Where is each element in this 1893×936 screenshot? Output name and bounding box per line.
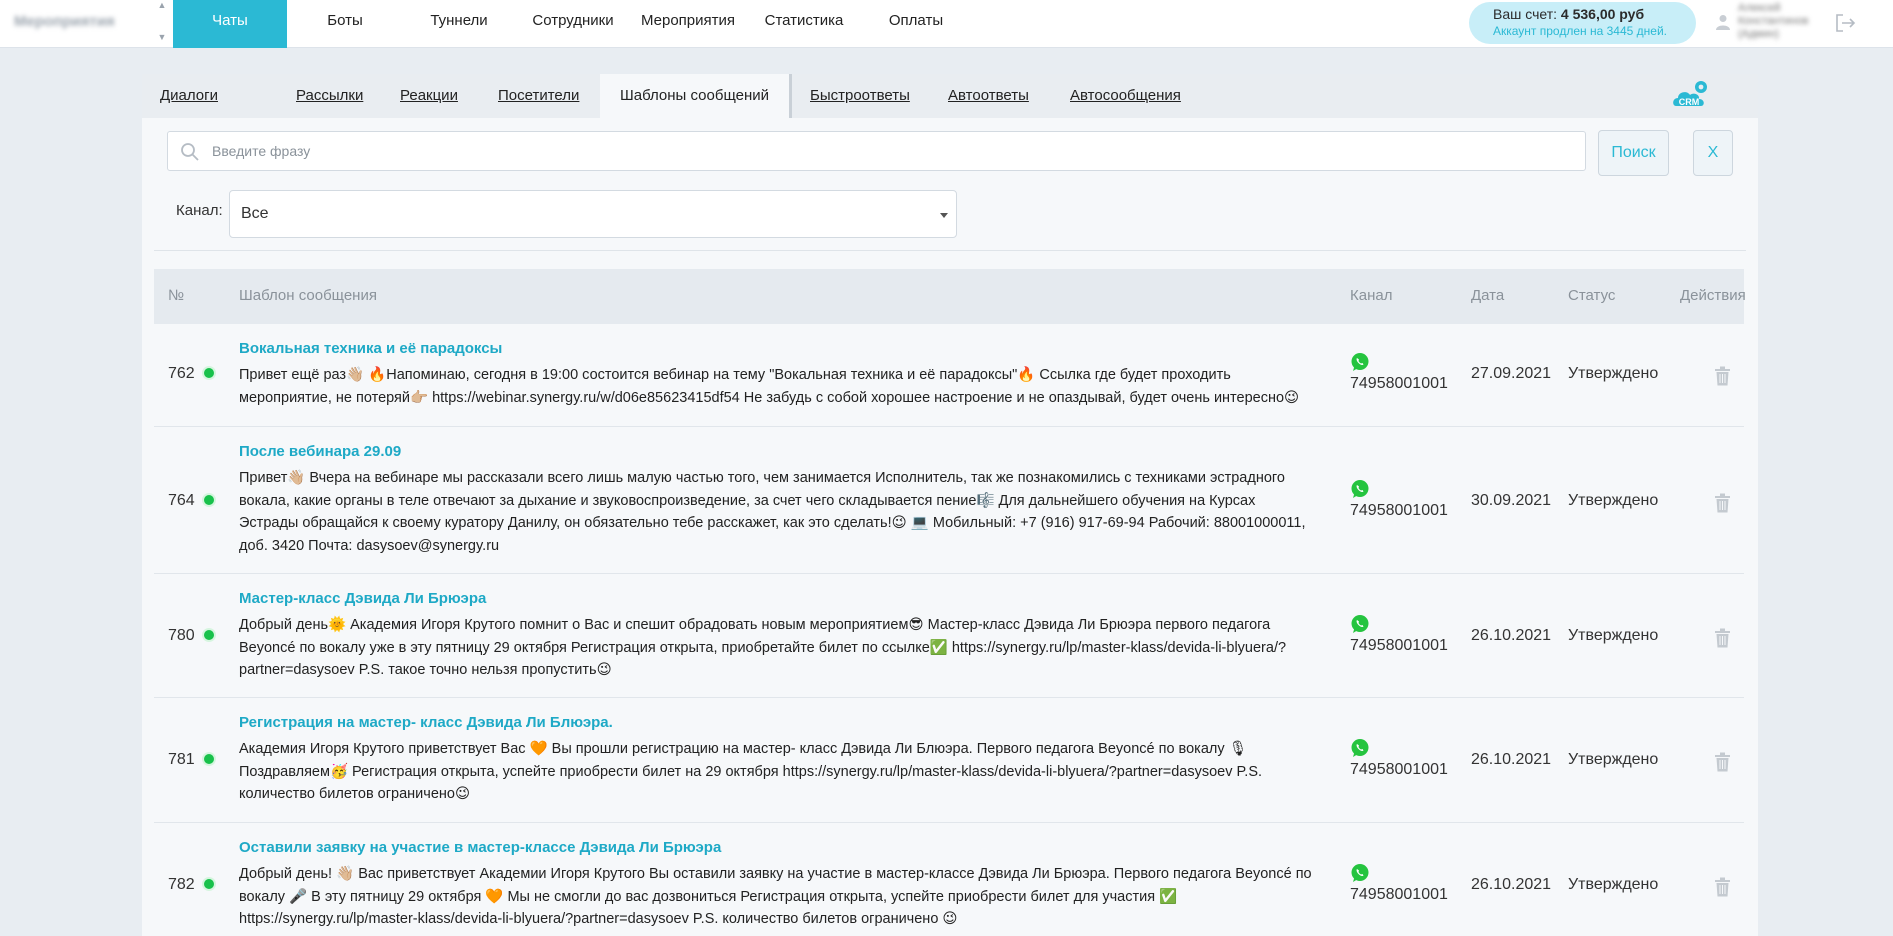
subtab-dialogs[interactable]: Диалоги xyxy=(160,74,218,118)
row-number: 762 xyxy=(168,365,195,382)
column-header-actions: Действия xyxy=(1680,287,1746,304)
template-status: Утверждено xyxy=(1568,876,1659,893)
nav-tab-chats[interactable]: Чаты xyxy=(173,0,287,48)
template-date: 26.10.2021 xyxy=(1471,751,1552,768)
chevron-down-icon[interactable]: ▼ xyxy=(156,33,168,42)
table-row[interactable]: 781 Регистрация на мастер- класс Дэвида … xyxy=(154,698,1744,823)
user-icon[interactable] xyxy=(1714,13,1732,31)
status-dot-icon xyxy=(202,752,216,766)
search-icon xyxy=(181,143,199,161)
templates-panel: Диалоги Рассылки Реакции Посетители Шабл… xyxy=(142,74,1758,936)
nav-tab-tunnels[interactable]: Туннели xyxy=(420,0,498,48)
template-status: Утверждено xyxy=(1568,627,1659,644)
top-nav-bar: Мероприятия ▲ ▼ Чаты Боты Туннели Сотруд… xyxy=(0,0,1893,48)
status-dot-icon xyxy=(202,877,216,891)
sub-tabs: Диалоги Рассылки Реакции Посетители Шабл… xyxy=(142,74,1758,118)
template-status: Утверждено xyxy=(1568,365,1659,382)
subtab-mailings[interactable]: Рассылки xyxy=(296,74,363,118)
template-text: Добрый день🌞 Академия Игоря Крутого помн… xyxy=(239,617,1287,678)
row-number: 780 xyxy=(168,627,195,644)
clear-search-button[interactable]: X xyxy=(1693,130,1733,176)
row-number: 781 xyxy=(168,751,195,768)
balance-note: Аккаунт продлен на 3445 дней. xyxy=(1493,24,1667,38)
balance-amount: 4 536,00 руб xyxy=(1560,6,1645,22)
row-number: 782 xyxy=(168,876,195,893)
search-input[interactable] xyxy=(212,132,1572,170)
search-button[interactable]: Поиск xyxy=(1598,130,1669,176)
channel-filter-label: Канал: xyxy=(176,202,223,219)
template-text: Привет ещё раз👋🏼 🔥Напоминаю, сегодня в 1… xyxy=(239,367,1300,406)
column-header-status: Статус xyxy=(1568,287,1616,304)
subtab-visitors[interactable]: Посетители xyxy=(498,74,579,118)
template-date: 26.10.2021 xyxy=(1471,876,1552,893)
template-title[interactable]: После вебинара 29.09 xyxy=(239,443,401,460)
table-row[interactable]: 780 Мастер-класс Дэвида Ли Брюэра Добрый… xyxy=(154,574,1744,698)
subtab-auto-messages[interactable]: Автосообщения xyxy=(1070,74,1181,118)
template-date: 30.09.2021 xyxy=(1471,492,1552,509)
template-text: Академия Игоря Крутого приветствует Вас … xyxy=(239,741,1263,802)
subtab-reactions[interactable]: Реакции xyxy=(400,74,458,118)
balance-label: Ваш счет: xyxy=(1493,6,1558,22)
user-name[interactable]: Алексей Константинов (Админ) xyxy=(1738,2,1828,41)
channel-phone: 74958001001 xyxy=(1350,637,1448,654)
whatsapp-icon xyxy=(1351,353,1369,371)
trash-icon[interactable] xyxy=(1714,366,1731,386)
status-dot-icon xyxy=(202,366,216,380)
divider xyxy=(154,250,1746,251)
balance-badge[interactable]: Ваш счет: 4 536,00 руб Аккаунт продлен н… xyxy=(1469,2,1696,44)
nav-tab-bots[interactable]: Боты xyxy=(305,0,385,48)
table-header: № Шаблон сообщения Канал Дата Статус Дей… xyxy=(154,269,1746,324)
template-date: 26.10.2021 xyxy=(1471,627,1552,644)
dropdown-caret-icon xyxy=(940,213,948,218)
row-number: 764 xyxy=(168,492,195,509)
table-row[interactable]: 764 После вебинара 29.09 Привет👋🏼 Вчера … xyxy=(154,427,1744,574)
trash-icon[interactable] xyxy=(1714,877,1731,897)
column-header-date: Дата xyxy=(1471,287,1505,304)
template-title[interactable]: Вокальная техника и её парадоксы xyxy=(239,340,502,357)
template-status: Утверждено xyxy=(1568,751,1659,768)
channel-phone: 74958001001 xyxy=(1350,761,1448,778)
project-switcher[interactable]: ▲ ▼ xyxy=(156,0,168,46)
whatsapp-icon xyxy=(1351,864,1369,882)
column-header-template: Шаблон сообщения xyxy=(239,287,377,304)
nav-tab-statistics[interactable]: Статистика xyxy=(756,0,852,48)
whatsapp-icon xyxy=(1351,739,1369,757)
column-header-channel: Канал xyxy=(1350,287,1393,304)
whatsapp-icon xyxy=(1351,480,1369,498)
trash-icon[interactable] xyxy=(1714,493,1731,513)
trash-icon[interactable] xyxy=(1714,628,1731,648)
crm-label: CRM xyxy=(1679,97,1700,107)
table-row[interactable]: 762 Вокальная техника и её парадоксы При… xyxy=(154,324,1744,427)
channel-phone: 74958001001 xyxy=(1350,502,1448,519)
nav-tab-employees[interactable]: Сотрудники xyxy=(526,0,620,48)
whatsapp-icon xyxy=(1351,615,1369,633)
chevron-up-icon[interactable]: ▲ xyxy=(156,1,168,10)
channel-phone: 74958001001 xyxy=(1350,375,1448,392)
template-text: Добрый день! 👋🏼 Вас приветствует Академи… xyxy=(239,866,1312,927)
trash-icon[interactable] xyxy=(1714,752,1731,772)
project-name[interactable]: Мероприятия xyxy=(14,13,115,30)
crm-icon[interactable]: CRM xyxy=(1672,80,1710,110)
logout-icon[interactable] xyxy=(1834,12,1856,34)
table-row[interactable]: 782 Оставили заявку на участие в мастер-… xyxy=(154,823,1744,936)
template-status: Утверждено xyxy=(1568,492,1659,509)
status-dot-icon xyxy=(202,628,216,642)
template-text: Привет👋🏼 Вчера на вебинаре мы рассказали… xyxy=(239,470,1306,554)
template-title[interactable]: Регистрация на мастер- класс Дэвида Ли Б… xyxy=(239,714,613,731)
template-title[interactable]: Оставили заявку на участие в мастер-клас… xyxy=(239,839,721,856)
column-header-number: № xyxy=(168,287,185,304)
subtab-auto-replies[interactable]: Автоответы xyxy=(948,74,1029,118)
channel-select[interactable]: Все xyxy=(229,190,957,238)
status-dot-icon xyxy=(202,493,216,507)
nav-tab-events[interactable]: Мероприятия xyxy=(636,0,740,48)
channel-select-value: Все xyxy=(241,205,269,222)
subtab-message-templates[interactable]: Шаблоны сообщений xyxy=(600,74,793,118)
template-date: 27.09.2021 xyxy=(1471,365,1552,382)
subtab-quick-replies[interactable]: Быстроответы xyxy=(810,74,910,118)
nav-tab-payments[interactable]: Оплаты xyxy=(880,0,952,48)
channel-phone: 74958001001 xyxy=(1350,886,1448,903)
template-title[interactable]: Мастер-класс Дэвида Ли Брюэра xyxy=(239,590,486,607)
search-box xyxy=(167,131,1586,171)
